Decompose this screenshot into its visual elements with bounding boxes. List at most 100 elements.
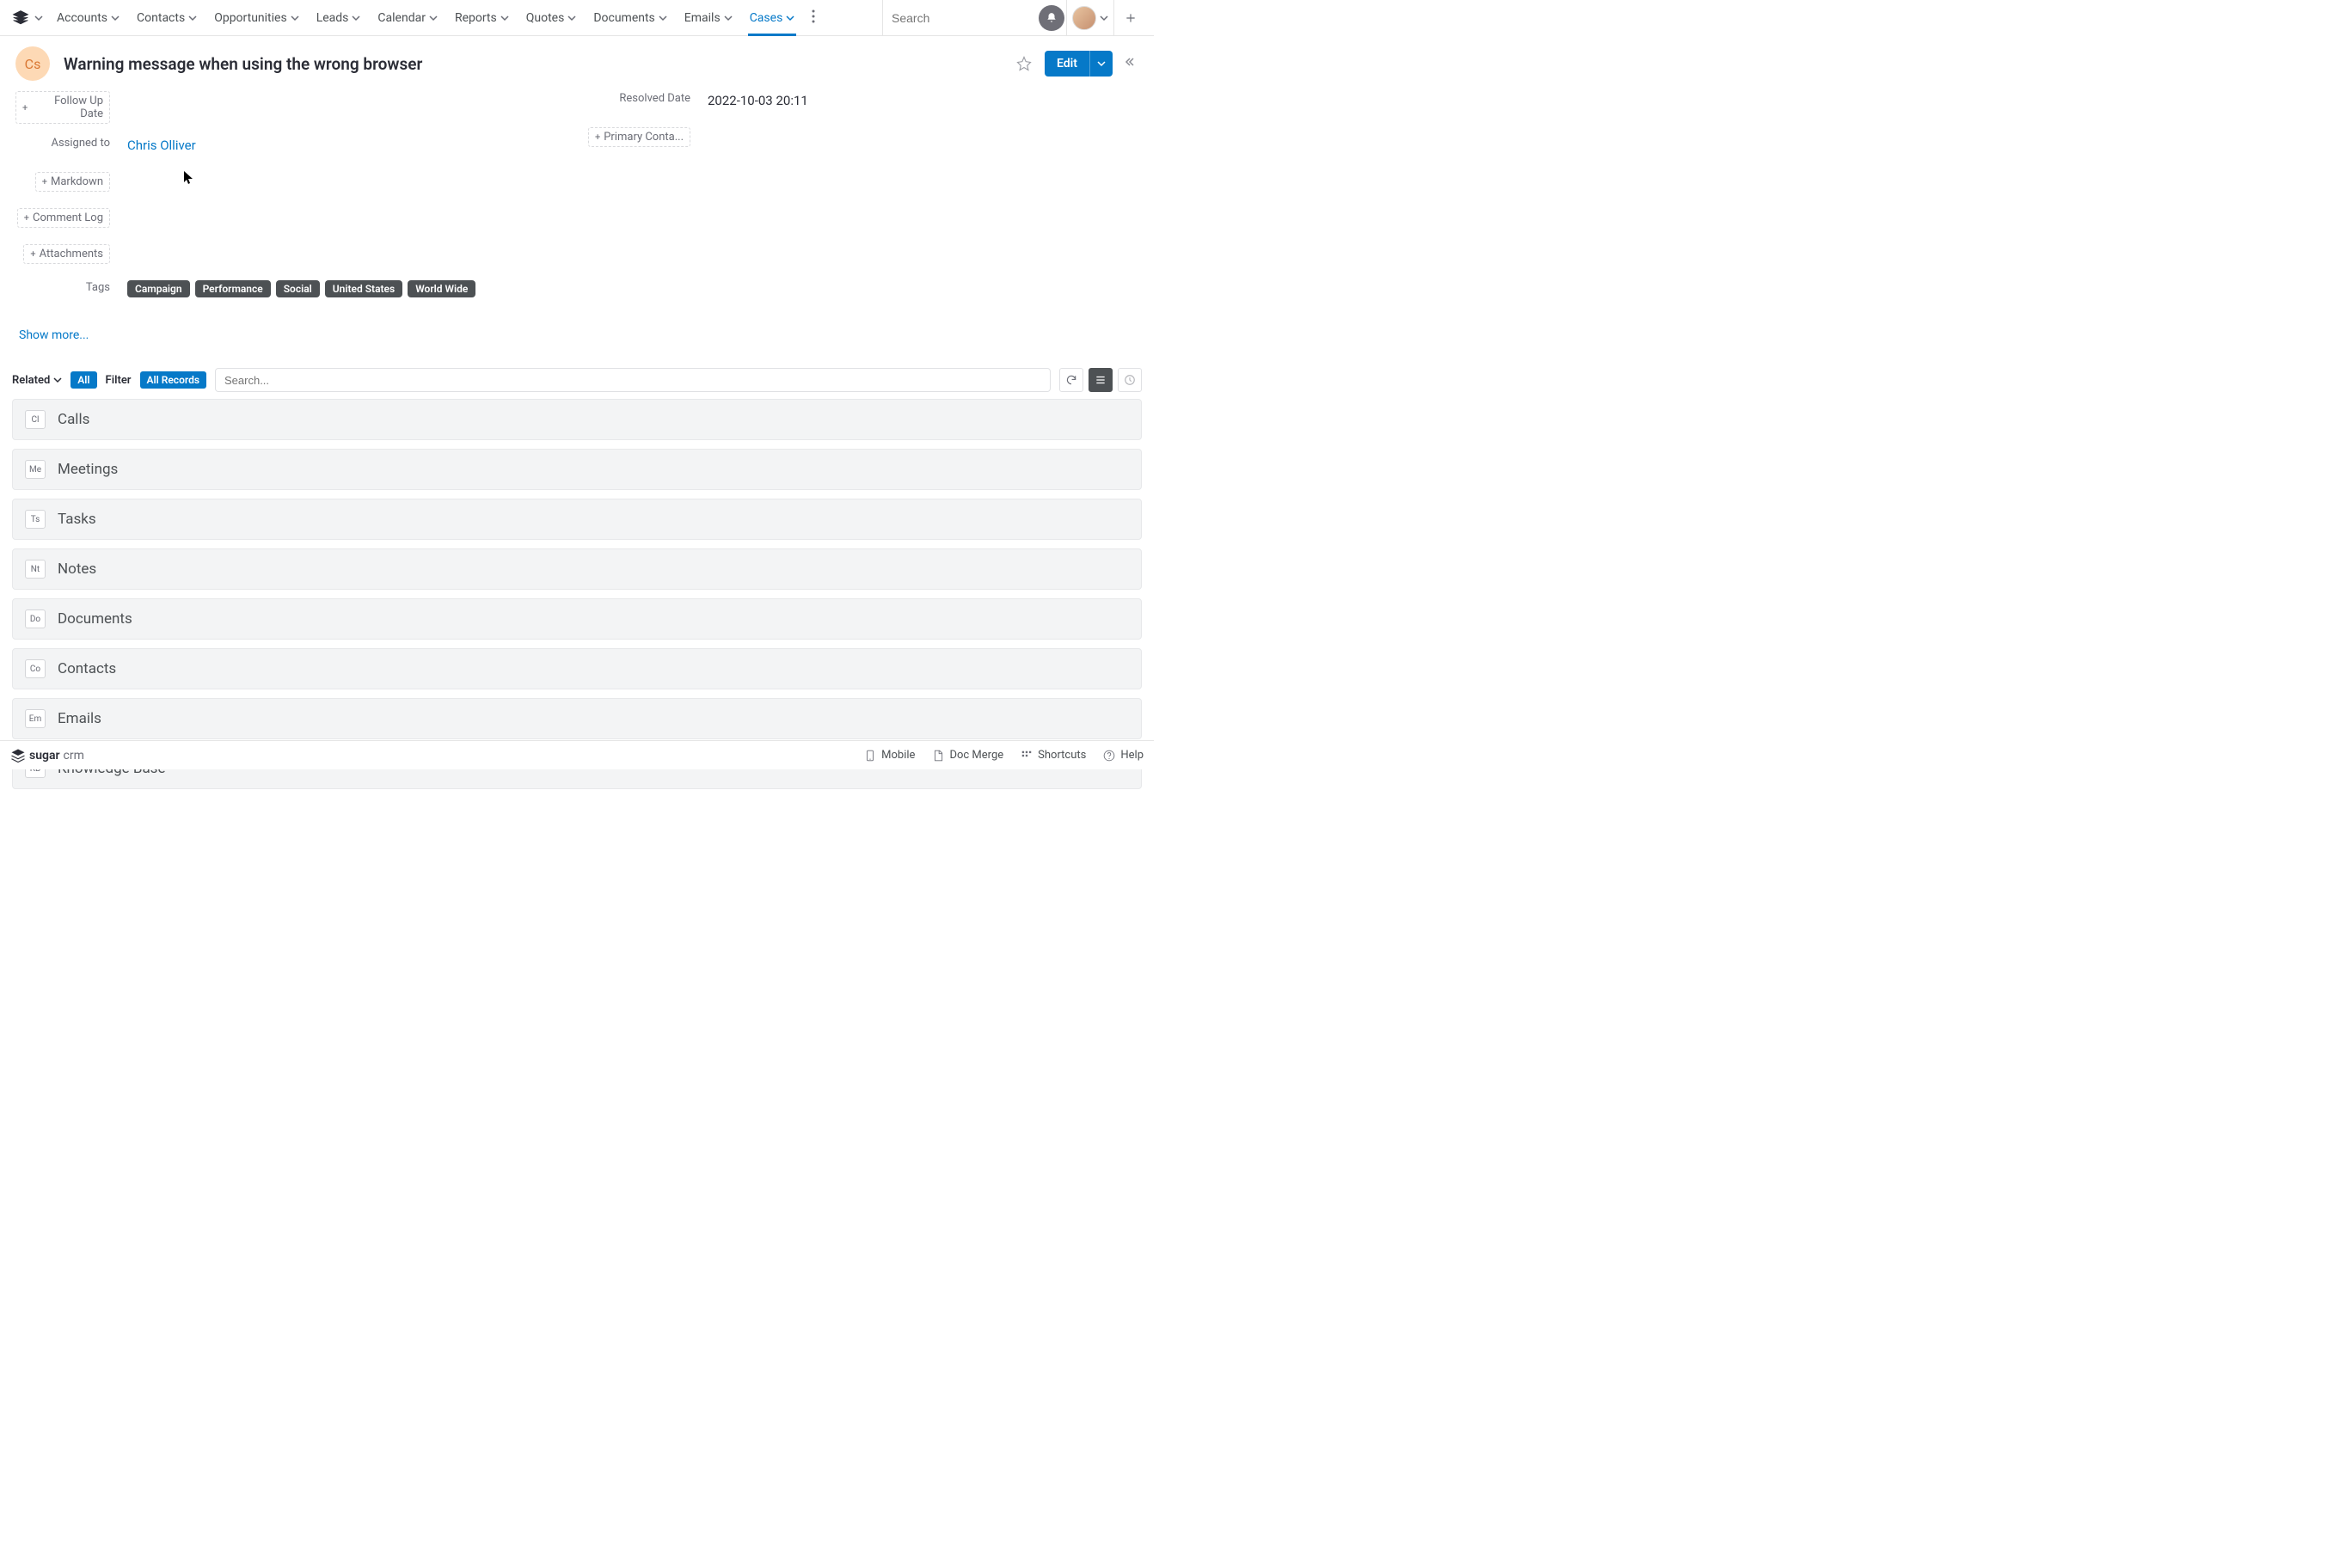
panel-tasks[interactable]: TsTasks: [12, 499, 1142, 540]
nav-accounts[interactable]: Accounts: [48, 0, 128, 35]
field-placeholder-label: Primary Conta...: [604, 131, 684, 144]
panel-badge: Cl: [25, 410, 46, 429]
brand-main: sugar: [29, 749, 60, 763]
footer: sugarcrm Mobile Doc Merge Shortcuts Help: [0, 740, 1154, 769]
panel-documents[interactable]: Do Documents: [12, 598, 1142, 640]
related-search-input[interactable]: [215, 368, 1051, 392]
related-filter-bar: Related All Filter All Records: [0, 361, 1154, 399]
record-title: Warning message when using the wrong bro…: [64, 54, 422, 74]
nav-cases[interactable]: Cases: [741, 0, 804, 35]
field-placeholder-label: Follow Up Date: [31, 95, 103, 120]
mobile-icon: [864, 750, 876, 762]
comment-log-field[interactable]: +Comment Log: [17, 208, 110, 228]
nav-more-button[interactable]: [803, 9, 824, 27]
list-view-button[interactable]: [1089, 368, 1113, 392]
all-records-pill[interactable]: All Records: [140, 371, 207, 389]
panel-badge: Do: [25, 609, 46, 628]
chevron-double-left-icon: [1125, 57, 1135, 67]
footer-label: Mobile: [881, 749, 915, 762]
panel-contacts[interactable]: Co Contacts: [12, 648, 1142, 689]
panel-title: Documents: [58, 610, 132, 628]
clock-icon: [1124, 374, 1136, 386]
nav-emails[interactable]: Emails: [676, 0, 741, 35]
notifications-button[interactable]: [1037, 3, 1066, 33]
assigned-to-value[interactable]: Chris Olliver: [117, 136, 196, 153]
user-menu[interactable]: [1066, 0, 1114, 35]
edit-button[interactable]: Edit: [1045, 51, 1113, 77]
tag[interactable]: Social: [276, 280, 320, 297]
app-logo-dropdown[interactable]: [7, 9, 48, 27]
plus-icon: +: [24, 212, 29, 224]
nav-quotes[interactable]: Quotes: [518, 0, 586, 35]
help-icon: [1103, 750, 1115, 762]
panel-meetings[interactable]: MeMeetings: [12, 449, 1142, 490]
plus-icon: +: [595, 132, 600, 143]
panel-title: Contacts: [58, 660, 116, 677]
footer-logo[interactable]: sugarcrm: [10, 748, 84, 763]
chevron-down-icon: [34, 14, 43, 22]
show-more-link[interactable]: Show more...: [15, 316, 577, 354]
nav-reports[interactable]: Reports: [446, 0, 518, 35]
panel-badge: Nt: [25, 560, 46, 579]
footer-help[interactable]: Help: [1103, 749, 1144, 762]
tags-label: Tags: [86, 281, 110, 294]
panel-title: Meetings: [58, 461, 118, 478]
search-input[interactable]: [892, 11, 1047, 25]
nav-contacts[interactable]: Contacts: [128, 0, 205, 35]
nav-calendar[interactable]: Calendar: [369, 0, 446, 35]
panel-badge: Co: [25, 659, 46, 678]
nav-documents[interactable]: Documents: [585, 0, 675, 35]
collapse-sidebar-button[interactable]: [1121, 57, 1138, 70]
related-all-pill[interactable]: All: [71, 371, 96, 389]
nav-label: Leads: [316, 11, 349, 25]
activity-view-button[interactable]: [1118, 368, 1142, 392]
panel-emails[interactable]: EmEmails: [12, 698, 1142, 739]
nav-opportunities[interactable]: Opportunities: [205, 0, 308, 35]
quick-create-button[interactable]: [1114, 0, 1147, 35]
chevron-down-icon: [429, 14, 438, 22]
chevron-down-icon: [188, 14, 197, 22]
nav-items: Accounts Contacts Opportunities Leads Ca…: [48, 0, 824, 35]
primary-contact-field[interactable]: + Primary Conta...: [588, 127, 690, 147]
footer-label: Shortcuts: [1038, 749, 1086, 762]
plus-icon: [1125, 12, 1137, 24]
nav-label: Contacts: [137, 11, 185, 25]
footer-doc-merge[interactable]: Doc Merge: [932, 749, 1003, 762]
footer-shortcuts[interactable]: Shortcuts: [1021, 749, 1086, 762]
nav-label: Calendar: [377, 11, 426, 25]
nav-label: Quotes: [526, 11, 565, 25]
attachments-field[interactable]: +Attachments: [23, 244, 110, 264]
nav-label: Cases: [750, 11, 783, 25]
panel-notes[interactable]: NtNotes: [12, 548, 1142, 590]
markdown-field[interactable]: +Markdown: [35, 172, 110, 192]
tag[interactable]: United States: [325, 280, 402, 297]
tag[interactable]: World Wide: [408, 280, 475, 297]
chevron-down-icon: [1100, 14, 1108, 22]
chevron-down-icon: [567, 14, 576, 22]
edit-dropdown[interactable]: [1089, 51, 1113, 77]
panel-calls[interactable]: ClCalls: [12, 399, 1142, 440]
avatar: [1072, 6, 1096, 30]
nav-right: [882, 0, 1147, 35]
chevron-down-icon: [659, 14, 667, 22]
related-dropdown[interactable]: Related: [12, 374, 62, 387]
refresh-button[interactable]: [1059, 368, 1083, 392]
follow-up-date-field[interactable]: +Follow Up Date: [15, 91, 110, 124]
nav-label: Reports: [455, 11, 497, 25]
star-icon: [1016, 56, 1032, 71]
footer-mobile[interactable]: Mobile: [864, 749, 915, 762]
panel-title: Emails: [58, 710, 101, 727]
related-dropdown-label: Related: [12, 374, 50, 387]
footer-label: Help: [1120, 749, 1144, 762]
chevron-down-icon: [352, 14, 360, 22]
global-search[interactable]: [882, 0, 1037, 35]
tag[interactable]: Performance: [195, 280, 271, 297]
edit-button-label: Edit: [1045, 57, 1089, 70]
favorite-toggle[interactable]: [1012, 52, 1036, 76]
chevron-down-icon: [724, 14, 733, 22]
nav-label: Emails: [684, 11, 721, 25]
stack-icon: [12, 9, 29, 27]
tag[interactable]: Campaign: [127, 280, 190, 297]
nav-leads[interactable]: Leads: [308, 0, 370, 35]
chevron-down-icon: [53, 376, 62, 384]
